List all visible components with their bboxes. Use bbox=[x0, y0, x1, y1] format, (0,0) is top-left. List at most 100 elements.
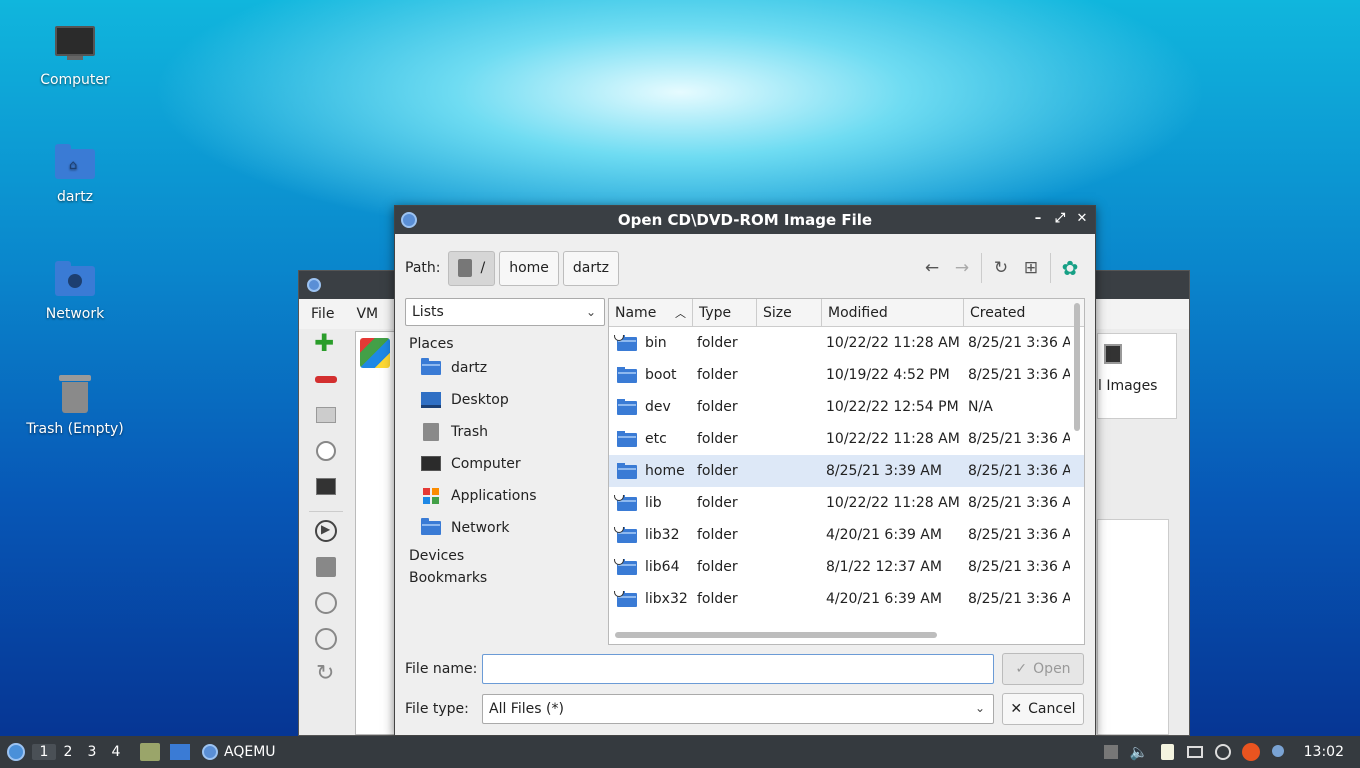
desktop-icon-network[interactable]: Network bbox=[15, 258, 135, 322]
file-row[interactable]: lib32 folder 4/20/21 6:39 AM 8/25/21 3:36 A bbox=[609, 519, 1084, 551]
file-name-cell: home bbox=[609, 463, 693, 479]
file-name: boot bbox=[645, 367, 677, 383]
file-row[interactable]: dev folder 10/22/22 12:54 PM N/A bbox=[609, 391, 1084, 423]
cancel-button[interactable]: ✕ Cancel bbox=[1002, 693, 1084, 725]
updates-icon[interactable] bbox=[1214, 743, 1232, 761]
column-created[interactable]: Created bbox=[964, 299, 1070, 326]
file-row[interactable]: lib folder 10/22/22 11:28 AM 8/25/21 3:36 A bbox=[609, 487, 1084, 519]
clock[interactable]: 13:02 bbox=[1304, 744, 1344, 760]
notification-icon[interactable] bbox=[1270, 743, 1288, 761]
path-segment-home[interactable]: home bbox=[499, 250, 559, 286]
open-button[interactable]: ✓ Open bbox=[1002, 653, 1084, 685]
windows-vm-icon[interactable] bbox=[360, 338, 390, 368]
reload-icon[interactable]: ↻ bbox=[986, 253, 1016, 283]
terminal-icon[interactable] bbox=[314, 475, 338, 499]
column-type[interactable]: Type bbox=[693, 299, 757, 326]
minimize-icon[interactable]: – bbox=[1029, 210, 1047, 228]
trash-icon bbox=[421, 423, 441, 441]
folder-link-icon bbox=[614, 591, 637, 607]
file-modified-cell: 8/25/21 3:39 AM bbox=[826, 463, 942, 479]
system-tray: 🔈 13:02 bbox=[1102, 736, 1360, 768]
add-vm-icon[interactable]: ✚ bbox=[314, 329, 338, 357]
place-dartz[interactable]: dartz bbox=[405, 352, 605, 384]
file-manager-launcher-icon[interactable] bbox=[140, 743, 160, 761]
folder-icon bbox=[617, 367, 637, 383]
clock-icon[interactable] bbox=[314, 439, 338, 463]
vertical-scrollbar[interactable] bbox=[1074, 303, 1080, 431]
keyboard-icon[interactable] bbox=[1102, 743, 1120, 761]
forward-arrow-icon[interactable]: → bbox=[947, 253, 977, 283]
path-segment-root[interactable]: / bbox=[448, 250, 496, 286]
workspace-2[interactable]: 2 bbox=[56, 744, 80, 760]
filetype-row: File type: All Files (*) ⌄ ✕ Cancel bbox=[405, 693, 1085, 725]
file-name-cell: lib bbox=[609, 495, 693, 511]
place-desktop[interactable]: Desktop bbox=[405, 384, 605, 416]
workspace-1[interactable]: 1 bbox=[32, 744, 56, 760]
vm-list[interactable] bbox=[355, 331, 395, 735]
network-wired-icon[interactable] bbox=[1186, 743, 1204, 761]
file-created-cell: 8/25/21 3:36 A bbox=[968, 495, 1070, 511]
workspace-4[interactable]: 4 bbox=[104, 744, 128, 760]
file-list[interactable]: Name ︿ Type Size Modified Created bin fol… bbox=[608, 298, 1085, 645]
folder-icon bbox=[617, 399, 637, 415]
new-folder-icon[interactable]: ⊞ bbox=[1016, 253, 1046, 283]
images-panel[interactable]: l Images bbox=[1097, 333, 1177, 419]
applications-icon bbox=[421, 487, 441, 505]
folder-icon bbox=[617, 431, 637, 447]
file-name-cell: dev bbox=[609, 399, 693, 415]
dialog-titlebar[interactable]: Open CD\DVD-ROM Image File – ⤢ ✕ bbox=[395, 206, 1095, 234]
home-folder-icon: ⌂ bbox=[53, 141, 97, 185]
devices-header[interactable]: Devices bbox=[405, 548, 605, 564]
bookmarks-header[interactable]: Bookmarks bbox=[405, 570, 605, 586]
network-folder-icon bbox=[53, 258, 97, 302]
stop-icon[interactable] bbox=[314, 627, 338, 651]
column-name[interactable]: Name ︿ bbox=[609, 299, 693, 326]
maximize-icon[interactable]: ⤢ bbox=[1051, 210, 1069, 228]
horizontal-scrollbar[interactable] bbox=[615, 632, 937, 638]
file-row[interactable]: bin folder 10/22/22 11:28 AM 8/25/21 3:36 A bbox=[609, 327, 1084, 359]
place-trash[interactable]: Trash bbox=[405, 416, 605, 448]
desktop-icon-trash[interactable]: Trash (Empty) bbox=[15, 373, 135, 437]
column-size[interactable]: Size bbox=[757, 299, 822, 326]
vm-settings-icon[interactable] bbox=[314, 403, 338, 427]
play-icon[interactable]: ▶ bbox=[314, 519, 338, 543]
workspace-3[interactable]: 3 bbox=[80, 744, 104, 760]
file-row[interactable]: libx32 folder 4/20/21 6:39 AM 8/25/21 3:36 … bbox=[609, 583, 1084, 615]
ubuntu-update-icon[interactable] bbox=[1241, 743, 1260, 761]
file-type-cell: folder bbox=[697, 559, 738, 575]
pause-icon[interactable] bbox=[314, 591, 338, 615]
file-type-cell: folder bbox=[697, 591, 738, 607]
path-label: Path: bbox=[405, 260, 441, 276]
column-modified[interactable]: Modified bbox=[822, 299, 964, 326]
menu-vm[interactable]: VM bbox=[356, 306, 378, 322]
places-header[interactable]: Places bbox=[405, 336, 605, 352]
filetype-combo[interactable]: All Files (*) ⌄ bbox=[482, 694, 994, 724]
desktop-icon-computer[interactable]: Computer bbox=[15, 24, 135, 88]
filetype-label: File type: bbox=[405, 701, 469, 717]
path-segment-dartz[interactable]: dartz bbox=[562, 250, 619, 286]
places-view-combo[interactable]: Lists ⌄ bbox=[405, 298, 605, 326]
clipboard-icon[interactable] bbox=[1158, 743, 1176, 761]
file-row[interactable]: boot folder 10/19/22 4:52 PM 8/25/21 3:36 A bbox=[609, 359, 1084, 391]
remove-vm-icon[interactable] bbox=[314, 367, 338, 391]
reset-icon[interactable]: ↻ bbox=[314, 661, 338, 687]
file-row[interactable]: lib64 folder 8/1/22 12:37 AM 8/25/21 3:36 A bbox=[609, 551, 1084, 583]
task-aqemu[interactable]: AQEMU bbox=[202, 744, 276, 760]
desktop-icon-dartz[interactable]: ⌂ dartz bbox=[15, 141, 135, 205]
place-applications[interactable]: Applications bbox=[405, 480, 605, 512]
close-icon[interactable]: ✕ bbox=[1073, 210, 1091, 228]
show-desktop-icon[interactable] bbox=[170, 744, 190, 760]
file-name: lib64 bbox=[645, 559, 680, 575]
settings-gear-icon[interactable]: ✿ bbox=[1055, 253, 1085, 283]
place-computer[interactable]: Computer bbox=[405, 448, 605, 480]
file-row[interactable]: etc folder 10/22/22 11:28 AM 8/25/21 3:36 A bbox=[609, 423, 1084, 455]
file-row[interactable]: home folder 8/25/21 3:39 AM 8/25/21 3:36 A bbox=[609, 455, 1084, 487]
side-list-panel bbox=[1097, 519, 1169, 735]
volume-icon[interactable]: 🔈 bbox=[1130, 743, 1149, 761]
menu-file[interactable]: File bbox=[311, 306, 334, 322]
save-icon[interactable] bbox=[314, 555, 338, 579]
start-menu-icon[interactable] bbox=[0, 736, 32, 768]
filename-input[interactable] bbox=[482, 654, 994, 684]
place-network[interactable]: Network bbox=[405, 512, 605, 544]
back-arrow-icon[interactable]: ← bbox=[917, 253, 947, 283]
